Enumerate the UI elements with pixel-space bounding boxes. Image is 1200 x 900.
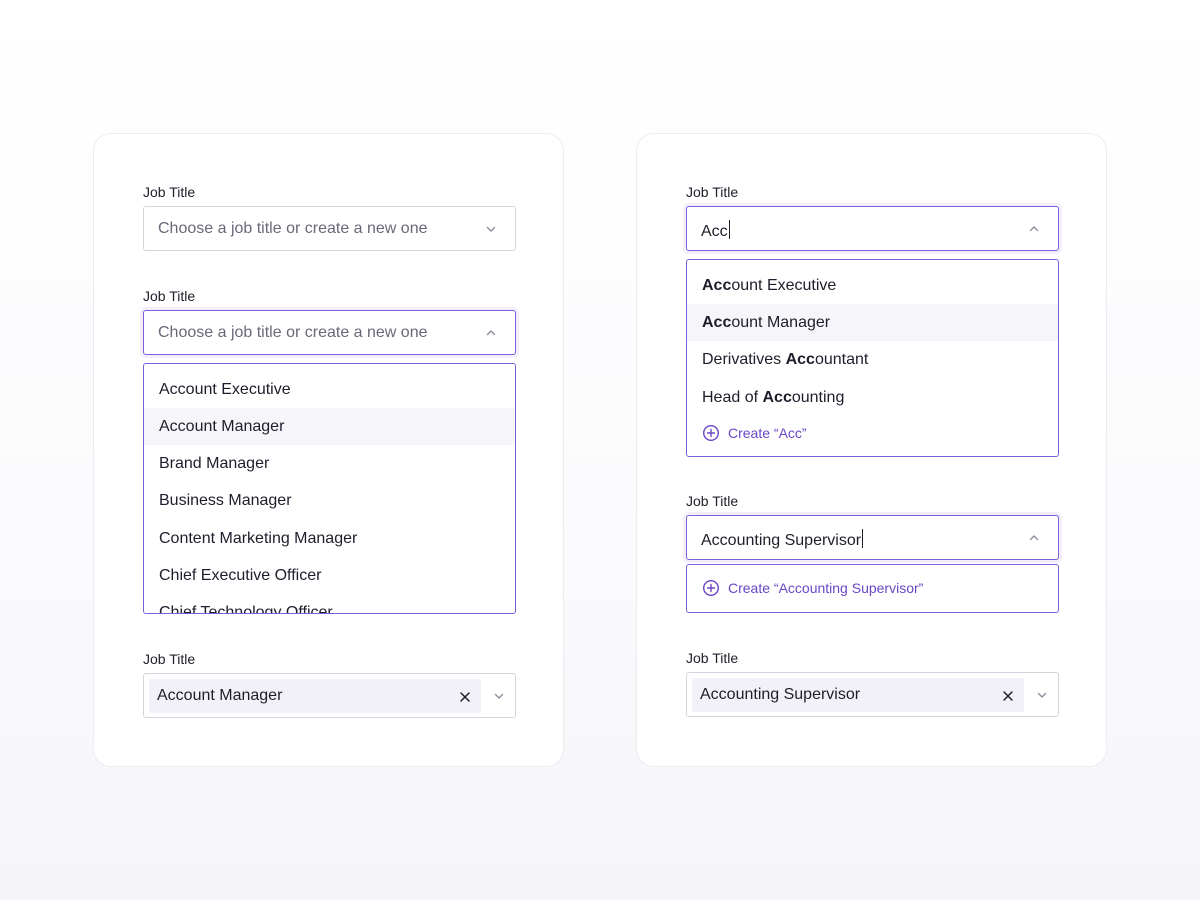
option-item-highlighted[interactable]: Account Manager bbox=[144, 408, 515, 445]
job-title-select-typing[interactable]: Acc bbox=[686, 206, 1059, 251]
option-item[interactable]: Chief Executive Officer bbox=[144, 557, 515, 594]
job-title-placeholder: Choose a job title or create a new one bbox=[158, 324, 428, 341]
match-highlight: Acc bbox=[785, 351, 815, 368]
option-item[interactable]: Derivatives Accountant bbox=[687, 341, 1058, 378]
text-caret bbox=[728, 220, 730, 239]
chevron-up-icon bbox=[1028, 223, 1040, 235]
create-option-button[interactable]: Create “Acc” bbox=[702, 423, 807, 443]
create-option-button[interactable]: Create “Accounting Supervisor” bbox=[702, 578, 923, 598]
job-title-label: Job Title bbox=[686, 650, 739, 666]
match-highlight: Acc bbox=[702, 314, 732, 331]
job-title-filtered-list: Account Executive Account Manager Deriva… bbox=[686, 259, 1059, 457]
job-title-label: Job Title bbox=[143, 651, 196, 667]
job-title-create-list: Create “Accounting Supervisor” bbox=[686, 564, 1059, 613]
option-item[interactable]: Head of Accounting bbox=[687, 379, 1058, 416]
right-card: Job Title Acc Account Executive Account … bbox=[636, 133, 1107, 767]
option-item[interactable]: Chief Technology Officer bbox=[144, 594, 515, 613]
job-title-label: Job Title bbox=[143, 288, 196, 304]
selected-value: Accounting Supervisor bbox=[700, 686, 861, 703]
chevron-down-icon bbox=[485, 223, 497, 235]
typed-value: Accounting Supervisor bbox=[701, 532, 862, 549]
create-option-label: Create “Accounting Supervisor” bbox=[728, 580, 924, 596]
option-item-highlighted[interactable]: Account Manager bbox=[687, 304, 1058, 341]
left-card: Job Title Choose a job title or create a… bbox=[93, 133, 564, 767]
typed-value: Acc bbox=[701, 223, 728, 240]
job-title-select-filled[interactable]: Account Manager bbox=[143, 673, 516, 718]
text-caret bbox=[862, 529, 864, 548]
job-title-input[interactable]: Acc bbox=[701, 220, 730, 241]
chevron-down-icon bbox=[493, 690, 505, 702]
job-title-input[interactable]: Accounting Supervisor bbox=[701, 529, 864, 550]
option-item[interactable]: Account Executive bbox=[144, 371, 515, 408]
job-title-select-filled[interactable]: Accounting Supervisor bbox=[686, 672, 1059, 717]
chevron-up-icon bbox=[485, 327, 497, 339]
chevron-up-icon bbox=[1028, 532, 1040, 544]
job-title-label: Job Title bbox=[686, 184, 739, 200]
close-icon[interactable] bbox=[459, 690, 471, 702]
job-title-label: Job Title bbox=[686, 493, 739, 509]
match-highlight: Acc bbox=[702, 277, 732, 294]
job-title-select-typing[interactable]: Accounting Supervisor bbox=[686, 515, 1059, 560]
option-item[interactable]: Brand Manager bbox=[144, 445, 515, 482]
selected-value: Account Manager bbox=[157, 687, 283, 704]
job-title-select-closed[interactable]: Choose a job title or create a new one bbox=[143, 206, 516, 251]
chevron-down-icon bbox=[1036, 689, 1048, 701]
job-title-options-list: Account Executive Account Manager Brand … bbox=[143, 363, 516, 614]
job-title-select-open[interactable]: Choose a job title or create a new one bbox=[143, 310, 516, 355]
plus-circle-icon bbox=[702, 579, 720, 597]
option-item[interactable]: Content Marketing Manager bbox=[144, 520, 515, 557]
plus-circle-icon bbox=[702, 424, 720, 442]
job-title-placeholder: Choose a job title or create a new one bbox=[158, 220, 428, 237]
close-icon[interactable] bbox=[1002, 689, 1014, 701]
job-title-label: Job Title bbox=[143, 184, 196, 200]
option-item[interactable]: Business Manager bbox=[144, 482, 515, 519]
option-item[interactable]: Account Executive bbox=[687, 267, 1058, 304]
create-option-label: Create “Acc” bbox=[728, 425, 807, 441]
selected-chip: Account Manager bbox=[149, 679, 481, 713]
match-highlight: Acc bbox=[762, 389, 792, 406]
selected-chip: Accounting Supervisor bbox=[692, 678, 1024, 712]
